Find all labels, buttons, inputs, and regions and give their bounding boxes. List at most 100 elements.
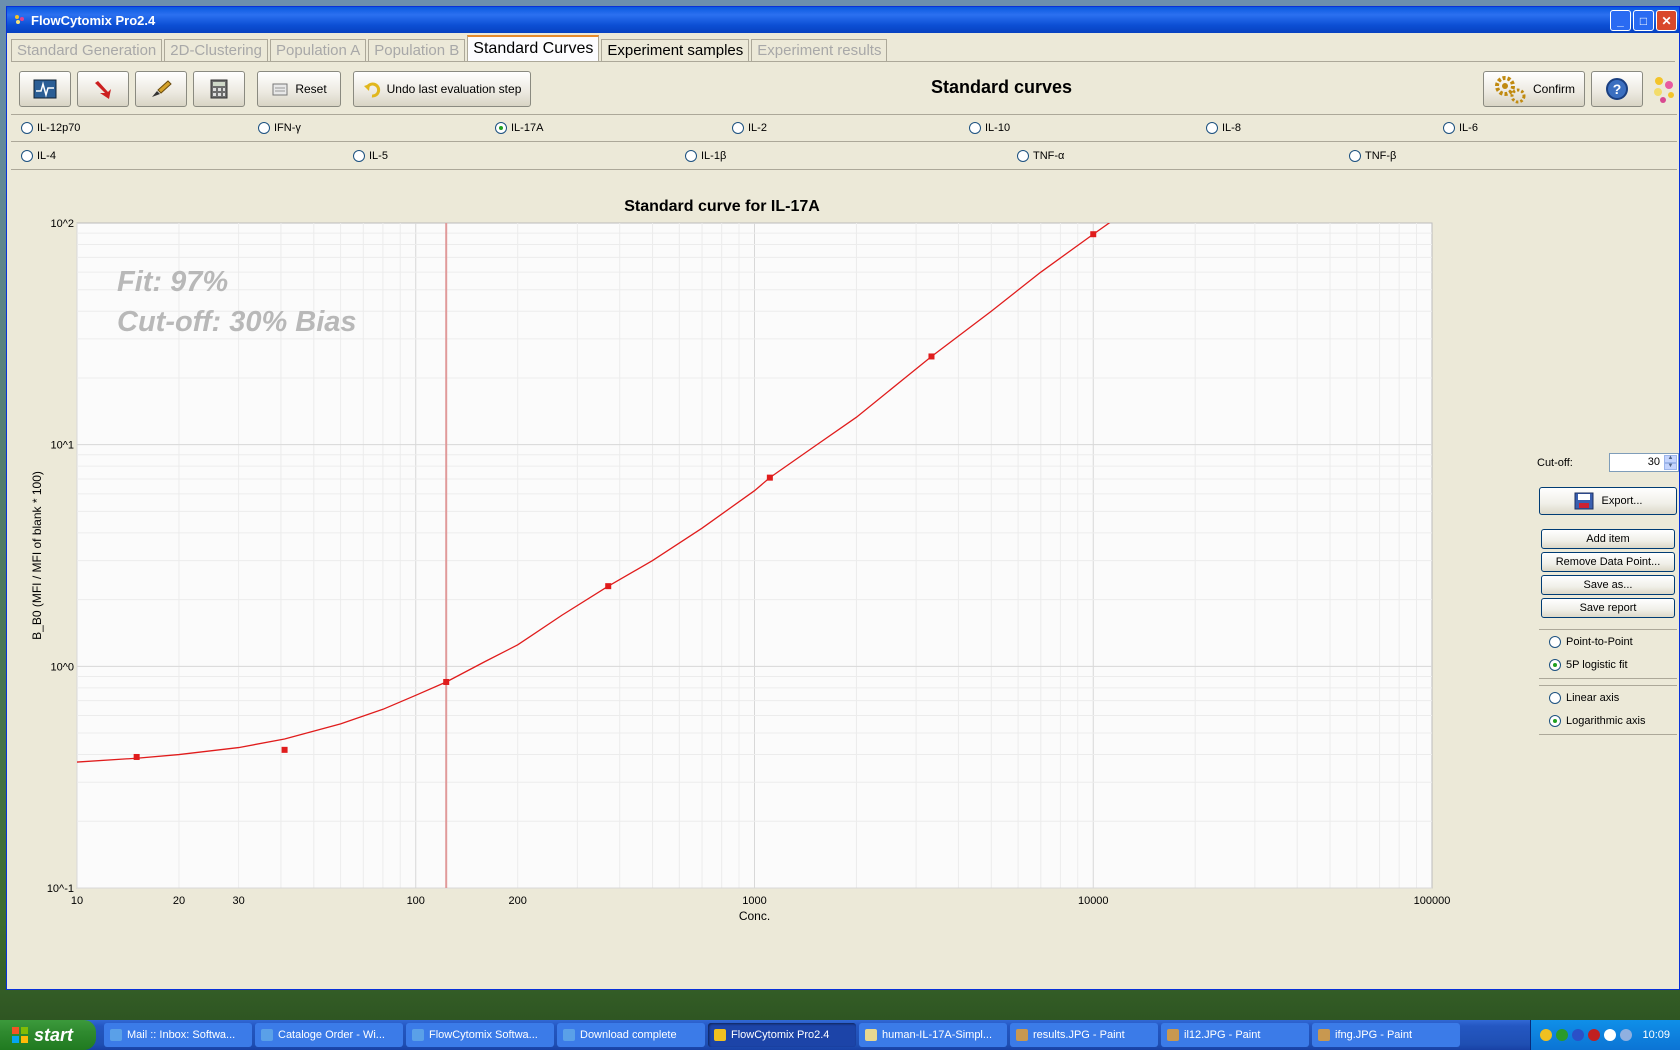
taskbar-item[interactable]: FlowCytomix Softwa...	[406, 1023, 554, 1047]
radio-button[interactable]	[1549, 659, 1561, 671]
save-as-button[interactable]: Save as...	[1541, 575, 1675, 595]
option-label: 5P logistic fit	[1566, 659, 1628, 671]
tab-standard-curves[interactable]: Standard Curves	[467, 35, 600, 61]
radio-button[interactable]	[21, 150, 33, 162]
radio-button[interactable]	[495, 122, 507, 134]
taskbar-item[interactable]: results.JPG - Paint	[1010, 1023, 1158, 1047]
analyte-option-il-4[interactable]: IL-4	[21, 150, 56, 162]
option-point-to-point[interactable]: Point-to-Point	[1549, 636, 1633, 648]
taskbar-item[interactable]: Cataloge Order - Wi...	[255, 1023, 403, 1047]
analyte-option-il-2[interactable]: IL-2	[732, 122, 767, 134]
tray-app-icon[interactable]	[1540, 1029, 1553, 1041]
title-bar[interactable]: FlowCytomix Pro2.4 _ □ ✕	[7, 7, 1679, 33]
remove-data-point-button[interactable]: Remove Data Point...	[1541, 552, 1675, 572]
taskbar-item[interactable]: human-IL-17A-Simpl...	[859, 1023, 1007, 1047]
taskbar-item[interactable]: il12.JPG - Paint	[1161, 1023, 1309, 1047]
add-item-button[interactable]: Add item	[1541, 529, 1675, 549]
analyte-option-tnf[interactable]: TNF-β	[1349, 150, 1396, 162]
tray-volume-icon[interactable]	[1604, 1029, 1617, 1041]
analyte-option-tnf[interactable]: TNF-α	[1017, 150, 1064, 162]
radio-button[interactable]	[732, 122, 744, 134]
radio-button[interactable]	[353, 150, 365, 162]
tab-standard-generation[interactable]: Standard Generation	[11, 39, 163, 61]
page-title: Standard curves	[931, 77, 1073, 97]
analyte-option-il-10[interactable]: IL-10	[969, 122, 1010, 134]
data-point[interactable]	[766, 474, 773, 481]
option-label: Logarithmic axis	[1566, 715, 1646, 727]
taskbar-item[interactable]: ifng.JPG - Paint	[1312, 1023, 1460, 1047]
tray-security-icon[interactable]	[1588, 1029, 1601, 1041]
taskbar-item[interactable]: Download complete	[557, 1023, 705, 1047]
start-button[interactable]: start	[0, 1020, 96, 1050]
radio-button[interactable]	[1443, 122, 1455, 134]
analyte-option-il-12p70[interactable]: IL-12p70	[21, 122, 80, 134]
data-point[interactable]	[281, 746, 288, 753]
option-5p-logistic-fit[interactable]: 5P logistic fit	[1549, 659, 1628, 671]
radio-button[interactable]	[685, 150, 697, 162]
radio-button[interactable]	[1206, 122, 1218, 134]
tab-2d-clustering[interactable]: 2D-Clustering	[164, 39, 268, 61]
analyte-option-il-17a[interactable]: IL-17A	[495, 122, 543, 134]
spinner-down-icon[interactable]: ▼	[1664, 462, 1677, 470]
analyte-option-il-1[interactable]: IL-1β	[685, 150, 726, 162]
maximize-icon[interactable]: □	[1633, 10, 1654, 31]
help-button[interactable]: ?	[1591, 71, 1643, 107]
reset-button[interactable]: Reset	[257, 71, 341, 107]
analyte-option-il-5[interactable]: IL-5	[353, 150, 388, 162]
close-icon[interactable]: ✕	[1656, 10, 1677, 31]
radio-button[interactable]	[258, 122, 270, 134]
data-point[interactable]	[1090, 231, 1097, 238]
data-point[interactable]	[605, 583, 612, 590]
data-point[interactable]	[133, 753, 140, 760]
minimize-icon[interactable]: _	[1610, 10, 1631, 31]
save-report-button[interactable]: Save report	[1541, 598, 1675, 618]
radio-button[interactable]	[969, 122, 981, 134]
option-label: Point-to-Point	[1566, 636, 1633, 648]
radio-button[interactable]	[1349, 150, 1361, 162]
tray-display-icon[interactable]	[1620, 1029, 1633, 1041]
undo-button[interactable]: Undo last evaluation step	[353, 71, 531, 107]
radio-button[interactable]	[1549, 636, 1561, 648]
tab-population-a[interactable]: Population A	[269, 39, 367, 61]
radio-button[interactable]	[1549, 692, 1561, 704]
tray-network-icon[interactable]	[1556, 1029, 1569, 1041]
option-logarithmic-axis[interactable]: Logarithmic axis	[1549, 715, 1645, 727]
program-icon	[1318, 1029, 1330, 1041]
analyte-option-il-8[interactable]: IL-8	[1206, 122, 1241, 134]
export-button[interactable]: Export...	[1539, 487, 1677, 515]
standard-curve-chart[interactable]: Standard curve for IL-17A Fit: 97% Cut-off…	[11, 173, 1533, 989]
analyte-label: IL-10	[985, 122, 1011, 134]
chart-title: Standard curve for IL-17A	[624, 198, 820, 215]
analyte-option-il-6[interactable]: IL-6	[1443, 122, 1478, 134]
gears-icon	[1494, 76, 1526, 104]
taskbar: start Mail :: Inbox: Softwa... Cataloge O…	[0, 1020, 1680, 1050]
calculator-button[interactable]	[193, 71, 245, 107]
program-icon	[1016, 1029, 1028, 1041]
option-linear-axis[interactable]: Linear axis	[1549, 692, 1619, 704]
data-point[interactable]	[928, 353, 935, 360]
side-panel: Cut-off: 30 ▲ ▼ Export... Add item Remove …	[1537, 173, 1679, 989]
brush-button[interactable]	[135, 71, 187, 107]
x-tick-label: 1000	[742, 895, 766, 907]
tab-experiment-samples[interactable]: Experiment samples	[601, 39, 750, 61]
taskbar-item[interactable]: Mail :: Inbox: Softwa...	[104, 1023, 252, 1047]
confirm-button[interactable]: Confirm	[1483, 71, 1585, 107]
graph-view-button[interactable]	[19, 71, 71, 107]
radio-button[interactable]	[1549, 715, 1561, 727]
tab-population-b[interactable]: Population B	[368, 39, 466, 61]
undo-label: Undo last evaluation step	[386, 82, 522, 96]
analyte-option-ifn[interactable]: IFN-γ	[258, 122, 301, 134]
program-icon	[412, 1029, 424, 1041]
back-button[interactable]	[77, 71, 129, 107]
tab-experiment-results[interactable]: Experiment results	[751, 39, 888, 61]
cutoff-label: Cut-off:	[1537, 457, 1573, 469]
tray-bluetooth-icon[interactable]	[1572, 1029, 1585, 1041]
radio-button[interactable]	[21, 122, 33, 134]
data-point[interactable]	[443, 678, 450, 685]
spinner-up-icon[interactable]: ▲	[1664, 455, 1677, 463]
cutoff-spinner[interactable]: 30 ▲ ▼	[1609, 453, 1679, 472]
analyte-label: IL-1β	[701, 150, 727, 162]
taskbar-item[interactable]: FlowCytomix Pro2.4	[708, 1023, 856, 1047]
program-icon	[563, 1029, 575, 1041]
radio-button[interactable]	[1017, 150, 1029, 162]
